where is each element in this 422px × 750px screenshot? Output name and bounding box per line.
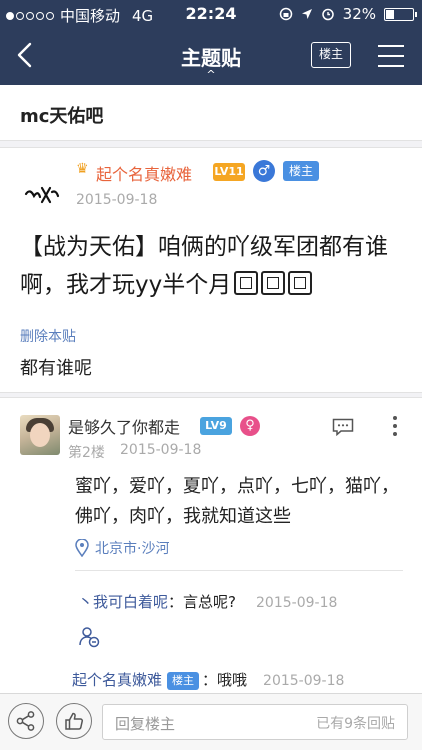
sub-reply-user[interactable]: 起个名真嫩难 <box>72 671 162 689</box>
floor-number: 第2楼 <box>68 445 105 461</box>
louzhu-badge: 楼主 <box>283 161 319 181</box>
level-badge: LV9 <box>200 417 232 435</box>
status-bar: 中国移动 4G 22:24 32% <box>0 0 422 28</box>
reply-count: 已有9条回贴 <box>316 716 395 732</box>
divider <box>75 570 403 571</box>
reply-floor-2: 是够久了你都走 LV9 ♀ 第2楼 2015-09-18 蜜吖，爱吖，夏吖，点吖… <box>0 397 422 693</box>
location-tag[interactable]: 北京市·沙河 <box>75 538 169 558</box>
share-button[interactable] <box>8 703 44 739</box>
post-title: 【战为天佑】咱俩的吖级军团都有谁啊，我才玩yy半个月 <box>20 234 388 298</box>
only-louzhu-button[interactable]: 楼主 <box>311 42 351 68</box>
comment-icon[interactable] <box>332 418 354 436</box>
location-pin-icon <box>75 539 89 557</box>
battery-icon <box>384 7 417 21</box>
title-caret-icon[interactable]: ^ <box>0 68 422 81</box>
location-arrow-icon <box>301 9 312 19</box>
bottom-bar: 回复楼主 已有9条回贴 <box>0 693 422 750</box>
like-button[interactable] <box>56 703 92 739</box>
forum-header[interactable]: mc天佑吧 <box>0 85 422 141</box>
male-icon: ♂ <box>253 160 275 182</box>
emoticon-icon <box>288 271 313 295</box>
sub-reply-user[interactable]: 丶我可白着呢 <box>78 593 168 611</box>
reply-author-name[interactable]: 是够久了你都走 <box>68 414 180 438</box>
louzhu-badge: 楼主 <box>167 672 200 690</box>
forum-name[interactable]: mc天佑吧 <box>20 102 103 128</box>
sub-reply-text: 言总呢? <box>183 593 237 611</box>
hamburger-menu-icon[interactable] <box>378 45 404 67</box>
avatar[interactable] <box>20 415 60 455</box>
alarm-icon <box>321 8 334 21</box>
sub-reply-date: 2015-09-18 <box>263 673 345 689</box>
page-title[interactable]: 主题贴 <box>0 42 422 71</box>
post-date: 2015-09-18 <box>76 192 158 208</box>
add-user-icon[interactable] <box>78 626 100 648</box>
reply-date: 2015-09-18 <box>120 442 202 458</box>
rotation-lock-icon <box>279 7 292 21</box>
share-icon <box>16 710 34 731</box>
location-text: 北京市·沙河 <box>95 541 170 557</box>
reply-input[interactable]: 回复楼主 已有9条回贴 <box>102 704 408 740</box>
battery-percent: 32% <box>342 5 376 23</box>
thumbs-up-icon <box>64 712 83 730</box>
sub-reply[interactable]: 丶我可白着呢：言总呢? 2015-09-18 <box>78 591 337 612</box>
emoticon-icon <box>234 271 259 295</box>
main-post: ♛ 起个名真嫩难 LV11 ♂ 楼主 2015-09-18 【战为天佑】咱俩的吖… <box>0 147 422 393</box>
crown-icon: ♛ <box>76 161 89 177</box>
more-vertical-icon[interactable] <box>393 416 399 438</box>
post-body: 都有谁呢 <box>20 358 92 379</box>
female-icon: ♀ <box>240 416 260 436</box>
avatar[interactable] <box>20 170 64 214</box>
nav-bar: 主题贴 ^ 楼主 <box>0 28 422 85</box>
sub-reply-date: 2015-09-18 <box>256 595 338 611</box>
author-name[interactable]: 起个名真嫩难 <box>96 161 192 185</box>
level-badge: LV11 <box>213 163 245 181</box>
sub-reply-text: 哦哦 <box>217 671 248 689</box>
reply-placeholder: 回复楼主 <box>115 715 176 733</box>
emoticon-icon <box>261 271 286 295</box>
delete-post-link[interactable]: 删除本贴 <box>20 326 76 346</box>
sub-reply[interactable]: 起个名真嫩难 楼主 ：哦哦 2015-09-18 <box>72 669 344 690</box>
reply-content: 蜜吖，爱吖，夏吖，点吖，七吖，猫吖，佛吖，肉吖，我就知道这些 <box>75 476 399 527</box>
